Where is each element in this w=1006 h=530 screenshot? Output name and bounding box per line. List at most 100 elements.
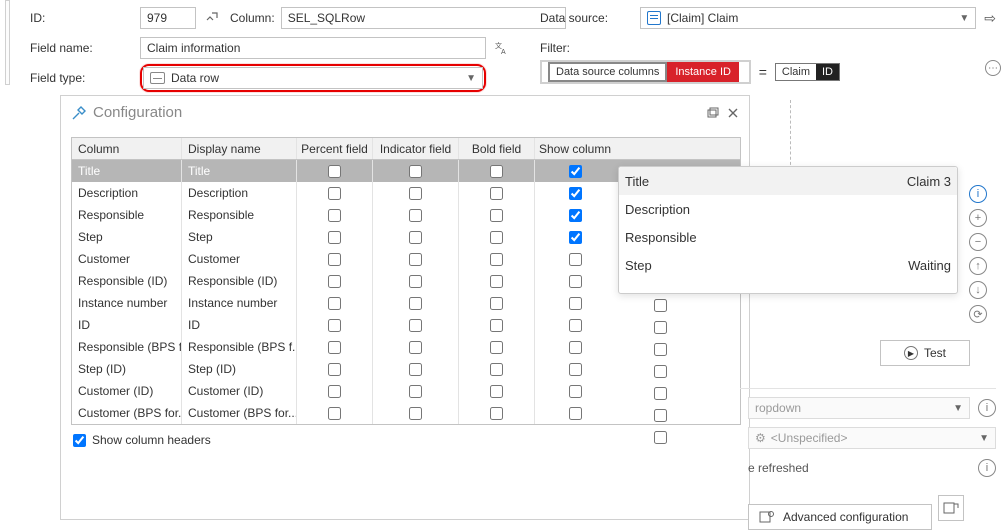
show-cell-extra[interactable] [620,382,700,404]
bold-checkbox[interactable] [490,385,503,398]
cell-show[interactable] [535,358,615,380]
show-checkbox[interactable] [569,165,582,178]
cell-show[interactable] [535,380,615,402]
percent-checkbox[interactable] [328,363,341,376]
percent-checkbox[interactable] [328,187,341,200]
cell-percent[interactable] [297,204,373,226]
cell-display[interactable]: Step (ID) [182,358,297,380]
behavior-dropdown[interactable]: ropdown ▼ [748,397,970,419]
info-icon[interactable]: i [978,399,996,417]
cell-display[interactable]: Instance number [182,292,297,314]
cell-percent[interactable] [297,226,373,248]
chip-claim-id[interactable]: Claim ID [775,63,840,81]
unspecified-dropdown[interactable]: ⚙ <Unspecified> ▼ [748,427,996,449]
show-checkbox[interactable] [569,363,582,376]
ds-dropdown[interactable]: [Claim] Claim ▼ [640,7,976,29]
hdr-bold[interactable]: Bold field [459,138,535,159]
percent-checkbox[interactable] [328,209,341,222]
cell-bold[interactable] [459,358,535,380]
cell-indicator[interactable] [373,314,459,336]
cell-indicator[interactable] [373,358,459,380]
test-button[interactable]: ▶ Test [880,340,970,366]
plus-icon[interactable]: + [969,209,987,227]
show-checkbox[interactable] [654,387,667,400]
panel-handle[interactable] [5,0,10,85]
indicator-checkbox[interactable] [409,297,422,310]
cell-percent[interactable] [297,402,373,424]
show-checkbox[interactable] [569,275,582,288]
cell-display[interactable]: Customer (BPS for... [182,402,297,424]
cell-bold[interactable] [459,160,535,182]
cell-bold[interactable] [459,314,535,336]
cell-bold[interactable] [459,380,535,402]
cell-display[interactable]: Responsible (BPS f... [182,336,297,358]
bold-checkbox[interactable] [490,407,503,420]
cell-display[interactable]: Responsible [182,204,297,226]
percent-checkbox[interactable] [328,253,341,266]
indicator-checkbox[interactable] [409,363,422,376]
close-icon[interactable] [727,107,739,119]
indicator-checkbox[interactable] [409,407,422,420]
indicator-checkbox[interactable] [409,187,422,200]
percent-checkbox[interactable] [328,165,341,178]
cell-bold[interactable] [459,182,535,204]
show-cell-extra[interactable] [620,426,700,448]
cell-bold[interactable] [459,248,535,270]
hdr-indicator[interactable]: Indicator field [373,138,459,159]
indicator-checkbox[interactable] [409,209,422,222]
cell-indicator[interactable] [373,336,459,358]
bold-checkbox[interactable] [490,275,503,288]
info-icon[interactable]: i [978,459,996,477]
percent-checkbox[interactable] [328,407,341,420]
cell-show[interactable] [535,314,615,336]
cell-percent[interactable] [297,314,373,336]
show-checkbox[interactable] [569,385,582,398]
cell-percent[interactable] [297,160,373,182]
show-checkbox[interactable] [654,365,667,378]
filter-expression[interactable]: Data source columns Instance ID [540,60,751,84]
show-headers-checkbox[interactable] [73,434,86,447]
up-icon[interactable]: ↑ [969,257,987,275]
cell-percent[interactable] [297,182,373,204]
cell-bold[interactable] [459,226,535,248]
bold-checkbox[interactable] [490,319,503,332]
cell-show[interactable] [535,402,615,424]
cell-indicator[interactable] [373,226,459,248]
percent-checkbox[interactable] [328,297,341,310]
cell-indicator[interactable] [373,182,459,204]
show-checkbox[interactable] [569,297,582,310]
cell-indicator[interactable] [373,270,459,292]
hdr-percent[interactable]: Percent field [297,138,373,159]
bold-checkbox[interactable] [490,341,503,354]
indicator-checkbox[interactable] [409,319,422,332]
cell-show[interactable] [535,226,615,248]
bold-checkbox[interactable] [490,165,503,178]
show-cell-extra[interactable] [620,338,700,360]
fieldtype-dropdown[interactable]: Data row ▼ [143,67,483,89]
advanced-config-button[interactable]: Advanced configuration [748,504,932,530]
minus-icon[interactable]: − [969,233,987,251]
show-cell-extra[interactable] [620,404,700,426]
bold-checkbox[interactable] [490,209,503,222]
cell-indicator[interactable] [373,204,459,226]
more-icon[interactable]: ⋯ [985,60,1001,76]
down-icon[interactable]: ↓ [969,281,987,299]
fieldname-input[interactable]: Claim information [140,37,486,59]
show-checkbox[interactable] [654,409,667,422]
cell-show[interactable] [535,160,615,182]
chip-datasource-columns[interactable]: Data source columns [548,62,667,82]
percent-checkbox[interactable] [328,385,341,398]
show-checkbox[interactable] [569,187,582,200]
show-checkbox[interactable] [569,341,582,354]
cell-display[interactable]: Customer [182,248,297,270]
cell-display[interactable]: Description [182,182,297,204]
cell-show[interactable] [535,270,615,292]
advanced-config-aux-button[interactable] [938,495,964,521]
cell-display[interactable]: Customer (ID) [182,380,297,402]
bold-checkbox[interactable] [490,297,503,310]
percent-checkbox[interactable] [328,275,341,288]
cell-show[interactable] [535,292,615,314]
cell-show[interactable] [535,336,615,358]
cell-indicator[interactable] [373,248,459,270]
show-checkbox[interactable] [654,321,667,334]
